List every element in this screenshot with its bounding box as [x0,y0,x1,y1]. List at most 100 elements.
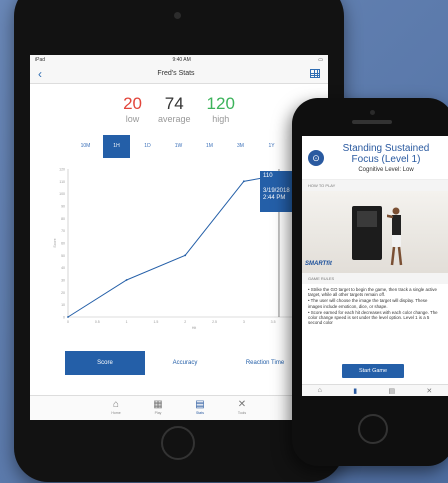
score-data-point [67,316,69,318]
tab-home-label: Home [111,411,121,415]
tools-icon: ✕ [237,399,247,410]
tab-tools[interactable]: ✕ Tools [232,399,252,420]
how-to-play-video[interactable]: SMARTfit [302,191,448,273]
game-header: ⊙ Standing Sustained Focus (Level 1) Cog… [302,136,448,180]
home-icon: ⌂ [112,399,120,410]
summary-average-value: 74 [164,94,184,113]
smartfit-logo: SMARTfit [305,261,332,267]
summary-average: 74 average [158,95,191,124]
summary-low-value: 20 [123,94,142,113]
tab-play[interactable]: ▦ Play [148,399,168,420]
x-tick-label: 0 [67,320,69,324]
tab-stats-label: Stats [196,411,204,415]
x-axis-label: Hit [192,326,196,330]
home-icon[interactable]: ⌂ [318,387,322,394]
iphone-device: ⊙ Standing Sustained Focus (Level 1) Cog… [292,98,448,466]
y-tick-label: 90 [61,205,65,209]
ipad-home-button[interactable] [161,426,195,460]
time-range-selector: 10M 1H 1D 1W 1M 3M 1Y 5Y [72,135,320,158]
tab-home[interactable]: ⌂ Home [106,399,126,420]
range-1h[interactable]: 1H [103,135,130,158]
tab-play-label: Play [154,411,162,415]
game-rules-text: • Strike the GO target to begin the game… [302,284,448,329]
nav-bar: ‹ Fred's Stats [30,64,328,84]
x-tick-label: 2 [184,320,186,324]
phone-tab-bar: ⌂ ▮ ▤ ✕ [302,384,448,396]
range-1y[interactable]: 1Y [258,135,285,158]
iphone-screen: ⊙ Standing Sustained Focus (Level 1) Cog… [302,136,448,396]
summary-high-value: 120 [206,94,235,113]
tooltip-value: 110 [263,173,273,179]
target-icon: ⊙ [308,149,324,166]
player-figure [387,207,403,266]
x-tick-label: 3.5 [271,320,276,324]
range-1d[interactable]: 1D [134,135,161,158]
y-tick-label: 110 [59,180,65,184]
iphone-home-button[interactable] [358,414,388,444]
y-tick-label: 10 [61,303,65,307]
metric-accuracy[interactable]: Accuracy [145,351,225,375]
y-tick-label: 30 [61,279,65,283]
range-1w[interactable]: 1W [165,135,192,158]
play-icon[interactable]: ▮ [353,387,357,395]
x-tick-label: 1 [126,320,128,324]
range-1m[interactable]: 1M [196,135,223,158]
summary-high-label: high [212,114,230,124]
summary-low: 20 low [123,95,142,124]
how-to-play-label: HOW TO PLAY [302,180,448,191]
score-summary: 20 low 74 average 120 high [30,95,328,124]
tab-tools-label: Tools [237,411,247,415]
x-tick-label: 0.5 [95,320,100,324]
play-icon: ▦ [153,399,163,410]
metric-selector: Score Accuracy Reaction Time [65,351,315,375]
status-time: 9:40 AM [172,56,191,63]
x-tick-label: 2.5 [212,320,217,324]
x-tick-label: 3 [243,320,245,324]
tab-stats[interactable]: ▤ Stats [190,399,210,420]
score-data-point [242,180,245,183]
y-tick-label: 20 [61,291,65,295]
status-device: iPad [35,56,46,63]
ipad-camera [174,12,181,19]
tools-icon[interactable]: ✕ [426,387,432,395]
game-title: Standing Sustained Focus (Level 1) [342,142,430,165]
range-3m[interactable]: 3M [227,135,254,158]
rule-item: • Strike the GO target to begin the game… [308,287,437,298]
y-tick-label: 60 [61,242,65,246]
start-game-button[interactable]: Start Game [342,364,404,378]
chart-tooltip: 110 3/19/2018 2:44 PM [260,171,292,212]
rule-item: • Score earned for each hit decreases wi… [308,309,438,326]
iphone-speaker [352,120,392,124]
iphone-camera [370,110,375,115]
chevron-left-icon[interactable]: ‹ [38,67,42,81]
y-tick-label: 80 [61,217,65,221]
tab-bar: ⌂ Home ▦ Play ▤ Stats ✕ Tools [30,395,328,420]
tooltip-date: 3/19/2018 [263,188,290,194]
metric-score[interactable]: Score [65,351,145,375]
page-title: Fred's Stats [157,70,195,77]
y-tick-label: 120 [59,168,65,172]
game-rules-label: GAME RULES [302,273,448,284]
range-10m[interactable]: 10M [72,135,99,158]
stats-icon: ▤ [195,399,205,410]
stats-icon[interactable]: ▤ [388,387,395,395]
x-tick-label: 1.5 [153,320,158,324]
summary-average-label: average [158,114,191,124]
ipad-screen: iPad 9:40 AM ▭ ‹ Fred's Stats 20 low 74 … [30,55,328,420]
y-axis-label: Score [53,238,57,247]
status-bar: iPad 9:40 AM ▭ [30,55,328,64]
summary-low-label: low [125,114,140,124]
y-tick-label: 40 [61,266,65,270]
score-data-point [184,254,187,257]
battery-icon: ▭ [318,56,323,63]
y-tick-label: 0 [63,316,65,320]
tooltip-time: 2:44 PM [263,195,286,201]
y-tick-label: 50 [61,254,65,258]
rule-item: • The user will choose the image the tar… [308,298,428,309]
y-tick-label: 100 [59,192,65,196]
game-cognitive-level: Cognitive Level: Low [358,166,414,173]
table-grid-icon[interactable] [309,69,320,78]
y-tick-label: 70 [61,229,65,233]
score-data-point [125,279,128,281]
summary-high: 120 high [207,95,235,124]
